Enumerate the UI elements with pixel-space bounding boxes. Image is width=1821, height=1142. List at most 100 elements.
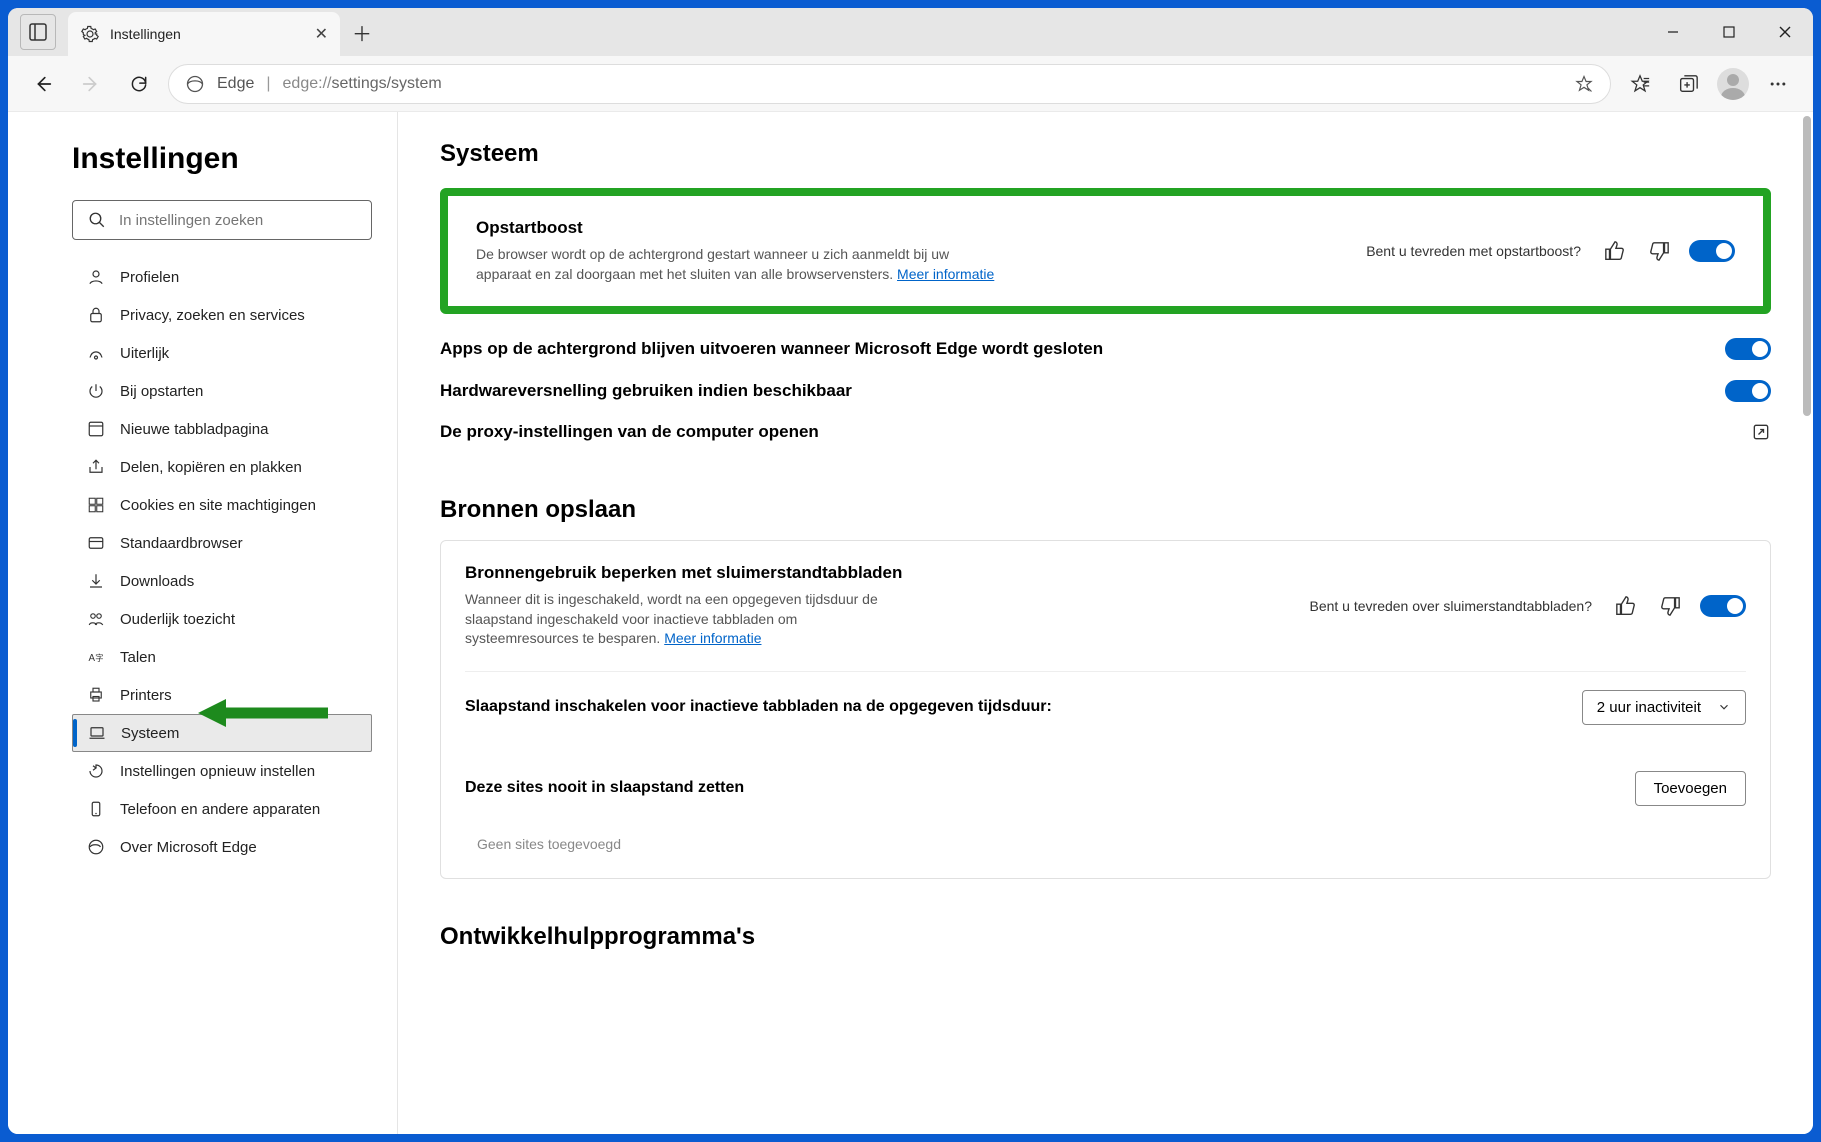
share-icon <box>86 457 106 477</box>
sleep-timeout-dropdown[interactable]: 2 uur inactiviteit <box>1582 690 1746 725</box>
sidebar-item-label: Privacy, zoeken en services <box>120 307 305 324</box>
sidebar-item-downloads[interactable]: Downloads <box>72 562 372 600</box>
favorites-button[interactable] <box>1621 65 1659 103</box>
startup-boost-title: Opstartboost <box>476 218 1350 238</box>
sidebar-item-label: Standaardbrowser <box>120 535 243 552</box>
sidebar-item-printers[interactable]: Printers <box>72 676 372 714</box>
sidebar-item-newtab[interactable]: Nieuwe tabbladpagina <box>72 410 372 448</box>
settings-search-input[interactable] <box>119 212 357 229</box>
printer-icon <box>86 685 106 705</box>
window-maximize-button[interactable] <box>1701 8 1757 56</box>
family-icon <box>86 609 106 629</box>
navbar: Edge | edge://settings/system <box>8 56 1813 112</box>
sidebar-item-cookies[interactable]: Cookies en site machtigingen <box>72 486 372 524</box>
sleep-tabs-toggle[interactable] <box>1700 595 1746 617</box>
browser-tab[interactable]: Instellingen ✕ <box>68 12 340 56</box>
sidebar-item-label: Nieuwe tabbladpagina <box>120 421 268 438</box>
bg-apps-row: Apps op de achtergrond blijven uitvoeren… <box>440 328 1771 370</box>
scrollbar[interactable] <box>1803 116 1811 416</box>
sidebar-item-privacy[interactable]: Privacy, zoeken en services <box>72 296 372 334</box>
window-minimize-button[interactable] <box>1645 8 1701 56</box>
svg-text:A: A <box>89 653 96 664</box>
sidebar-item-label: Instellingen opnieuw instellen <box>120 763 315 780</box>
language-icon: A字 <box>86 647 106 667</box>
no-sites-text: Geen sites toegevoegd <box>465 820 1746 856</box>
profile-avatar[interactable] <box>1717 68 1749 100</box>
lock-icon <box>86 305 106 325</box>
laptop-icon <box>87 723 107 743</box>
sidebar-item-label: Delen, kopiëren en plakken <box>120 459 302 476</box>
settings-main: Systeem Opstartboost De browser wordt op… <box>398 112 1813 1134</box>
sidebar-item-label: Talen <box>120 649 156 666</box>
sidebar-item-default-browser[interactable]: Standaardbrowser <box>72 524 372 562</box>
profile-icon <box>86 267 106 287</box>
sidebar-item-phone[interactable]: Telefoon en andere apparaten <box>72 790 372 828</box>
sidebar-item-about[interactable]: Over Microsoft Edge <box>72 828 372 866</box>
gear-icon <box>80 24 100 44</box>
sidebar-item-family[interactable]: Ouderlijk toezicht <box>72 600 372 638</box>
titlebar: Instellingen ✕ ＋ <box>8 8 1813 56</box>
hw-accel-row: Hardwareversnelling gebruiken indien bes… <box>440 370 1771 412</box>
sidebar-item-languages[interactable]: A字 Talen <box>72 638 372 676</box>
settings-sidebar: Instellingen Profielen Privacy, zoeken e… <box>8 112 398 1134</box>
proxy-row[interactable]: De proxy-instellingen van de computer op… <box>440 412 1771 452</box>
tab-title: Instellingen <box>110 26 305 42</box>
tab-actions-button[interactable] <box>8 8 68 56</box>
startup-boost-desc: De browser wordt op de achtergrond gesta… <box>476 245 996 284</box>
thumbs-down-icon[interactable] <box>1645 237 1673 265</box>
cookie-icon <box>86 495 106 515</box>
thumbs-up-icon[interactable] <box>1601 237 1629 265</box>
learn-more-link[interactable]: Meer informatie <box>897 266 994 282</box>
window-close-button[interactable] <box>1757 8 1813 56</box>
sidebar-item-uiterlijk[interactable]: Uiterlijk <box>72 334 372 372</box>
hw-accel-toggle[interactable] <box>1725 380 1771 402</box>
system-heading: Systeem <box>440 140 1771 168</box>
refresh-button[interactable] <box>120 65 158 103</box>
svg-text:字: 字 <box>95 653 103 663</box>
startup-boost-toggle[interactable] <box>1689 240 1735 262</box>
sidebar-heading: Instellingen <box>72 142 381 176</box>
sidebar-item-label: Profielen <box>120 269 179 286</box>
sidebar-item-label: Printers <box>120 687 172 704</box>
close-tab-icon[interactable]: ✕ <box>315 24 328 44</box>
sidebar-item-share[interactable]: Delen, kopiëren en plakken <box>72 448 372 486</box>
phone-icon <box>86 799 106 819</box>
feedback-question: Bent u tevreden over sluimerstandtabblad… <box>1309 598 1592 614</box>
sidebar-item-label: Systeem <box>121 725 179 742</box>
back-button[interactable] <box>24 65 62 103</box>
browser-icon <box>86 533 106 553</box>
never-sleep-label: Deze sites nooit in slaapstand zetten <box>465 779 1621 797</box>
thumbs-down-icon[interactable] <box>1656 592 1684 620</box>
address-url: edge://settings/system <box>283 75 442 93</box>
sidebar-item-label: Downloads <box>120 573 194 590</box>
bg-apps-toggle[interactable] <box>1725 338 1771 360</box>
sleep-timeout-label: Slaapstand inschakelen voor inactieve ta… <box>465 698 1568 716</box>
sidebar-item-profielen[interactable]: Profielen <box>72 258 372 296</box>
sidebar-item-label: Ouderlijk toezicht <box>120 611 235 628</box>
power-icon <box>86 381 106 401</box>
collections-button[interactable] <box>1669 65 1707 103</box>
forward-button[interactable] <box>72 65 110 103</box>
external-link-icon <box>1751 422 1771 442</box>
new-tab-button[interactable]: ＋ <box>340 8 384 56</box>
feedback-question: Bent u tevreden met opstartboost? <box>1366 243 1581 259</box>
resources-heading: Bronnen opslaan <box>440 496 1771 524</box>
sleep-tabs-card: Bronnengebruik beperken met sluimerstand… <box>440 540 1771 879</box>
dev-heading: Ontwikkelhulpprogramma's <box>440 923 1771 951</box>
sidebar-item-label: Telefoon en andere apparaten <box>120 801 320 818</box>
favorite-star-icon[interactable] <box>1574 74 1594 94</box>
thumbs-up-icon[interactable] <box>1612 592 1640 620</box>
chevron-down-icon <box>1717 700 1731 714</box>
edge-logo-icon <box>185 74 205 94</box>
address-label: Edge <box>217 75 254 93</box>
learn-more-link[interactable]: Meer informatie <box>664 630 761 646</box>
sidebar-item-reset[interactable]: Instellingen opnieuw instellen <box>72 752 372 790</box>
sidebar-item-label: Over Microsoft Edge <box>120 839 257 856</box>
sidebar-item-opstarten[interactable]: Bij opstarten <box>72 372 372 410</box>
add-site-button[interactable]: Toevoegen <box>1635 771 1746 806</box>
address-bar[interactable]: Edge | edge://settings/system <box>168 64 1611 104</box>
grid-icon <box>86 419 106 439</box>
sidebar-item-system[interactable]: Systeem <box>72 714 372 752</box>
menu-button[interactable] <box>1759 65 1797 103</box>
settings-search-box[interactable] <box>72 200 372 240</box>
